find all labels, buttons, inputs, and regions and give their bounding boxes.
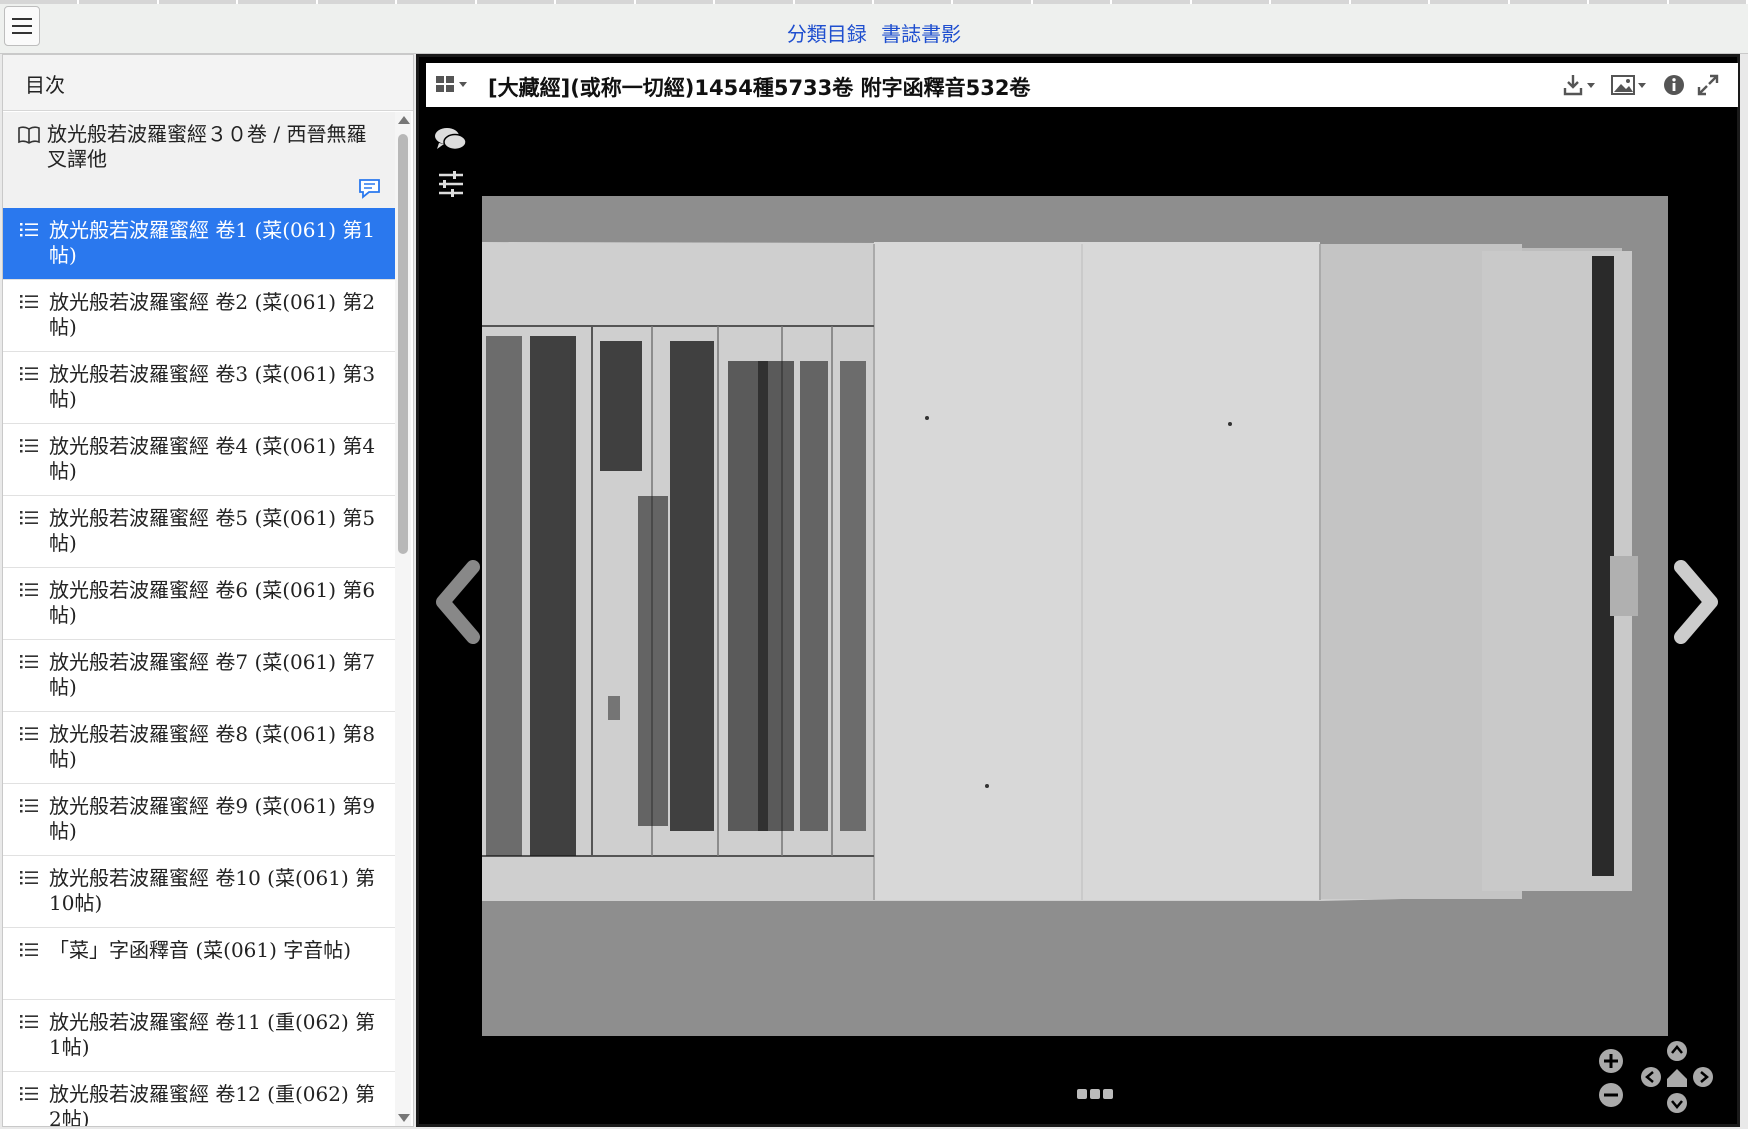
viewer-side-tools	[433, 125, 473, 203]
toc-item[interactable]: 放光般若波羅蜜經 卷11 (重(062) 第1帖)	[3, 1000, 395, 1072]
toc-item-label: 放光般若波羅蜜經 卷3 (菜(061) 第3帖)	[49, 362, 376, 411]
list-icon	[20, 367, 38, 381]
toc-item-label: 放光般若波羅蜜經 卷6 (菜(061) 第6帖)	[49, 578, 376, 627]
book-icon	[18, 126, 40, 144]
toc-root-label: 放光般若波羅蜜經３０巻 / 西晉無羅叉譯他	[47, 122, 367, 171]
previous-page-arrow-icon[interactable]	[431, 557, 491, 647]
toc-item-label: 放光般若波羅蜜經 卷9 (菜(061) 第9帖)	[49, 794, 376, 843]
toc-item[interactable]: 放光般若波羅蜜經 卷12 (重(062) 第2帖)	[3, 1072, 395, 1126]
manuscript-page-image[interactable]	[482, 196, 1668, 1036]
download-icon[interactable]	[1562, 73, 1600, 97]
list-icon	[20, 1015, 38, 1029]
list-icon	[20, 583, 38, 597]
toc-scrollbar[interactable]	[395, 112, 411, 1126]
toc-item[interactable]: 放光般若波羅蜜經 卷1 (菜(061) 第1帖)	[3, 208, 395, 280]
toc-item-label: 放光般若波羅蜜經 卷12 (重(062) 第2帖)	[49, 1082, 376, 1126]
comment-icon[interactable]	[433, 125, 469, 155]
toc-item-label: 放光般若波羅蜜經 卷8 (菜(061) 第8帖)	[49, 722, 376, 771]
toc-item[interactable]: 放光般若波羅蜜經 卷8 (菜(061) 第8帖)	[3, 712, 395, 784]
sidebar-title: 目次	[3, 55, 413, 111]
toc-item-label: 放光般若波羅蜜經 卷5 (菜(061) 第5帖)	[49, 506, 376, 555]
top-links: 分類目録 書誌書影	[0, 18, 1748, 47]
zoom-controls	[1599, 1041, 1713, 1113]
scroll-down-icon[interactable]	[398, 1114, 410, 1122]
toc-item[interactable]: 放光般若波羅蜜經 卷6 (菜(061) 第6帖)	[3, 568, 395, 640]
toc-item-label: 放光般若波羅蜜經 卷1 (菜(061) 第1帖)	[49, 218, 376, 267]
viewer-toolbar: [大藏經](或称一切經)1454種5733卷 附字函釋音532卷	[426, 63, 1738, 107]
list-icon	[20, 655, 38, 669]
zoom-out-icon[interactable]	[1599, 1083, 1623, 1107]
toc-sidebar: 目次 放光般若波羅蜜經３０巻 / 西晉無羅叉譯他 放光般若波羅蜜經 卷1 (菜(…	[2, 54, 414, 1127]
toc-item[interactable]: 放光般若波羅蜜經 卷10 (菜(061) 第10帖)	[3, 856, 395, 928]
toc-list: 放光般若波羅蜜經３０巻 / 西晉無羅叉譯他 放光般若波羅蜜經 卷1 (菜(061…	[3, 112, 395, 1126]
list-icon	[20, 871, 38, 885]
viewer-title: [大藏經](或称一切經)1454種5733卷 附字函釋音532卷	[488, 76, 1031, 100]
adjust-icon[interactable]	[433, 169, 469, 199]
view-grid-icon[interactable]	[434, 73, 470, 97]
next-page-arrow-icon[interactable]	[1663, 557, 1723, 647]
tab-strip	[0, 0, 1748, 6]
note-icon[interactable]	[357, 176, 383, 200]
list-icon	[20, 727, 38, 741]
toc-item[interactable]: 放光般若波羅蜜經 卷9 (菜(061) 第9帖)	[3, 784, 395, 856]
toc-item-label: 「菜」字函釋音 (菜(061) 字音帖)	[49, 938, 352, 962]
image-viewer: [大藏經](或称一切經)1454種5733卷 附字函釋音532卷	[416, 54, 1740, 1127]
toc-item-label: 放光般若波羅蜜經 卷4 (菜(061) 第4帖)	[49, 434, 376, 483]
home-icon[interactable]	[1667, 1069, 1687, 1087]
list-icon	[20, 799, 38, 813]
toc-item-label: 放光般若波羅蜜經 卷2 (菜(061) 第2帖)	[49, 290, 376, 339]
toc-item-label: 放光般若波羅蜜經 卷11 (重(062) 第1帖)	[49, 1010, 376, 1059]
list-icon	[20, 439, 38, 453]
toc-item-label: 放光般若波羅蜜經 卷10 (菜(061) 第10帖)	[49, 866, 376, 915]
toc-item[interactable]: 放光般若波羅蜜經 卷7 (菜(061) 第7帖)	[3, 640, 395, 712]
manuscript-scan	[482, 196, 1668, 1036]
page-indicator[interactable]	[1077, 1089, 1113, 1099]
list-icon	[20, 943, 38, 957]
list-icon	[20, 1087, 38, 1101]
toc-item[interactable]: 放光般若波羅蜜經 卷3 (菜(061) 第3帖)	[3, 352, 395, 424]
info-icon[interactable]	[1662, 73, 1686, 97]
toc-root-item[interactable]: 放光般若波羅蜜經３０巻 / 西晉無羅叉譯他	[3, 112, 395, 208]
toc-item-label: 放光般若波羅蜜經 卷7 (菜(061) 第7帖)	[49, 650, 376, 699]
top-bar: 分類目録 書誌書影	[0, 0, 1748, 54]
link-classification[interactable]: 分類目録	[787, 22, 867, 46]
toc-item[interactable]: 放光般若波羅蜜經 卷2 (菜(061) 第2帖)	[3, 280, 395, 352]
link-bibliography[interactable]: 書誌書影	[881, 22, 961, 46]
image-icon[interactable]	[1610, 73, 1650, 97]
toc-item[interactable]: 「菜」字函釋音 (菜(061) 字音帖)	[3, 928, 395, 1000]
scroll-up-icon[interactable]	[398, 116, 410, 124]
zoom-in-icon[interactable]	[1599, 1049, 1623, 1073]
toc-item[interactable]: 放光般若波羅蜜經 卷4 (菜(061) 第4帖)	[3, 424, 395, 496]
list-icon	[20, 223, 38, 237]
list-icon	[20, 295, 38, 309]
toc-item[interactable]: 放光般若波羅蜜經 卷5 (菜(061) 第5帖)	[3, 496, 395, 568]
scroll-thumb[interactable]	[398, 134, 408, 554]
fullscreen-icon[interactable]	[1696, 73, 1720, 97]
list-icon	[20, 511, 38, 525]
